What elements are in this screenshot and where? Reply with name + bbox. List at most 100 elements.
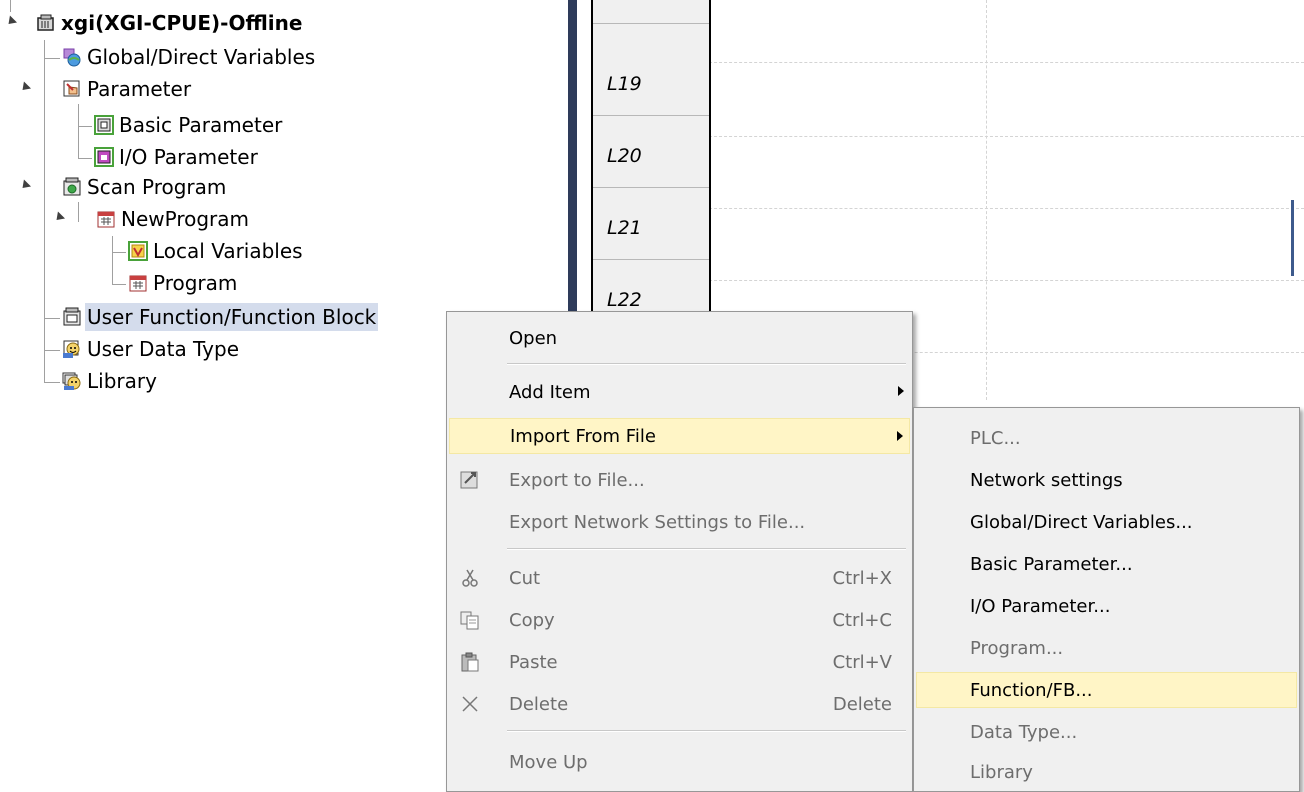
globe-variables-icon — [62, 47, 82, 67]
rung-label[interactable]: L19 — [593, 52, 709, 116]
tree-item-user-function-block[interactable]: User Function/Function Block — [62, 302, 379, 332]
tree-item-program[interactable]: Program — [128, 268, 239, 298]
tree-item-basic-parameter[interactable]: Basic Parameter — [94, 110, 284, 140]
expand-triangle-icon[interactable] — [18, 81, 32, 94]
library-icon — [62, 371, 82, 391]
menu-separator — [507, 363, 906, 365]
submenu-item-global-direct-variables[interactable]: Global/Direct Variables... — [916, 504, 1297, 540]
submenu-item-io-parameter[interactable]: I/O Parameter... — [916, 588, 1297, 624]
submenu-item-label: Library — [970, 761, 1033, 783]
submenu-item-label: Program... — [970, 637, 1064, 659]
menu-item-label: Open — [509, 327, 558, 349]
tree-item-label: Program — [153, 271, 238, 295]
rung-label[interactable]: L20 — [593, 124, 709, 188]
tree-item-newprogram[interactable]: NewProgram — [52, 204, 251, 234]
tree-item-label: User Function/Function Block — [85, 303, 379, 331]
tree-connector — [112, 236, 113, 284]
scissors-icon — [459, 567, 481, 589]
tree-root-label: xgi(XGI-CPUE)-Offline — [61, 11, 303, 35]
edge-marker — [1291, 200, 1294, 276]
context-menu: Open Add Item Import From File Export to… — [446, 311, 913, 792]
expand-triangle-icon[interactable] — [52, 211, 66, 224]
tree-connector — [44, 318, 60, 319]
tree-item-label: Scan Program — [87, 175, 227, 199]
submenu-arrow-icon — [897, 431, 903, 441]
menu-item-cut[interactable]: Cut Ctrl+X — [449, 560, 910, 596]
tree-item-label: Local Variables — [153, 239, 303, 263]
tree-item-label: Global/Direct Variables — [87, 45, 316, 69]
data-type-icon — [62, 339, 82, 359]
menu-item-open[interactable]: Open — [449, 320, 910, 356]
copy-icon — [459, 609, 481, 631]
tree-item-label: I/O Parameter — [119, 145, 258, 169]
submenu-arrow-icon — [898, 386, 904, 396]
submenu-item-function-fb[interactable]: Function/FB... — [916, 672, 1297, 708]
tree-item-label: Library — [87, 369, 157, 393]
menu-separator — [507, 548, 906, 550]
paste-icon — [459, 651, 481, 673]
io-parameter-icon — [94, 147, 114, 167]
plc-project-icon — [36, 13, 56, 33]
menu-item-label: Delete — [509, 693, 569, 715]
menu-item-move-up[interactable]: Move Up — [449, 744, 910, 780]
menu-item-copy[interactable]: Copy Ctrl+C — [449, 602, 910, 638]
tree-item-global-variables[interactable]: Global/Direct Variables — [62, 42, 317, 72]
menu-item-label: Export Network Settings to File... — [509, 511, 806, 533]
menu-item-delete[interactable]: Delete Delete — [449, 686, 910, 722]
menu-item-export-to-file[interactable]: Export to File... — [449, 462, 910, 498]
grid-line — [709, 62, 1304, 63]
tree-connector — [78, 126, 92, 127]
tree-connector — [44, 350, 60, 351]
tree-item-user-data-type[interactable]: User Data Type — [62, 334, 241, 364]
tree-item-label: User Data Type — [87, 337, 239, 361]
delete-x-icon — [459, 693, 481, 715]
scan-program-icon — [62, 177, 82, 197]
expand-triangle-icon[interactable] — [18, 179, 32, 192]
submenu-item-network-settings[interactable]: Network settings — [916, 462, 1297, 498]
submenu-item-label: Network settings — [970, 469, 1123, 491]
import-from-file-submenu: PLC... Network settings Global/Direct Va… — [913, 407, 1300, 792]
tree-connector — [44, 382, 60, 383]
tree-item-local-variables[interactable]: Local Variables — [128, 236, 305, 266]
submenu-item-label: Function/FB... — [970, 679, 1093, 701]
menu-item-shortcut: Ctrl+X — [832, 567, 892, 589]
submenu-item-label: I/O Parameter... — [970, 595, 1111, 617]
menu-item-paste[interactable]: Paste Ctrl+V — [449, 644, 910, 680]
tree-item-library[interactable]: Library — [62, 366, 159, 396]
submenu-item-label: Basic Parameter... — [970, 553, 1133, 575]
expand-triangle-icon[interactable] — [4, 15, 18, 28]
tree-item-io-parameter[interactable]: I/O Parameter — [94, 142, 260, 172]
menu-item-import-from-file[interactable]: Import From File — [449, 418, 910, 454]
menu-item-label: Move Up — [509, 751, 588, 773]
basic-parameter-icon — [94, 115, 114, 135]
menu-item-label: Copy — [509, 609, 555, 631]
menu-item-shortcut: Ctrl+C — [832, 609, 892, 631]
submenu-item-program[interactable]: Program... — [916, 630, 1297, 666]
submenu-item-data-type[interactable]: Data Type... — [916, 714, 1297, 750]
rung-label[interactable]: L21 — [593, 196, 709, 260]
program-icon — [128, 273, 148, 293]
submenu-item-label: Data Type... — [970, 721, 1078, 743]
submenu-item-label: PLC... — [970, 427, 1021, 449]
submenu-item-basic-parameter[interactable]: Basic Parameter... — [916, 546, 1297, 582]
menu-item-label: Export to File... — [509, 469, 645, 491]
tree-item-label: Parameter — [87, 77, 192, 101]
export-icon — [459, 469, 481, 491]
tree-connector — [44, 58, 60, 59]
local-variables-icon — [128, 241, 148, 261]
menu-item-shortcut: Ctrl+V — [832, 651, 892, 673]
tree-item-scan-program[interactable]: Scan Program — [18, 172, 228, 202]
tree-root-project[interactable]: xgi(XGI-CPUE)-Offline — [4, 8, 304, 38]
tree-item-label: NewProgram — [121, 207, 250, 231]
grid-line — [986, 0, 987, 400]
program-icon — [96, 209, 116, 229]
submenu-item-plc[interactable]: PLC... — [916, 420, 1297, 456]
menu-item-export-network-settings[interactable]: Export Network Settings to File... — [449, 504, 910, 540]
submenu-item-library[interactable]: Library — [916, 754, 1297, 790]
tree-item-parameter[interactable]: Parameter — [18, 74, 193, 104]
tree-connector — [78, 158, 92, 159]
menu-item-add-item[interactable]: Add Item — [449, 374, 910, 410]
rung-label-partial — [593, 0, 709, 24]
menu-item-shortcut: Delete — [832, 693, 892, 715]
menu-item-label: Import From File — [510, 425, 656, 447]
